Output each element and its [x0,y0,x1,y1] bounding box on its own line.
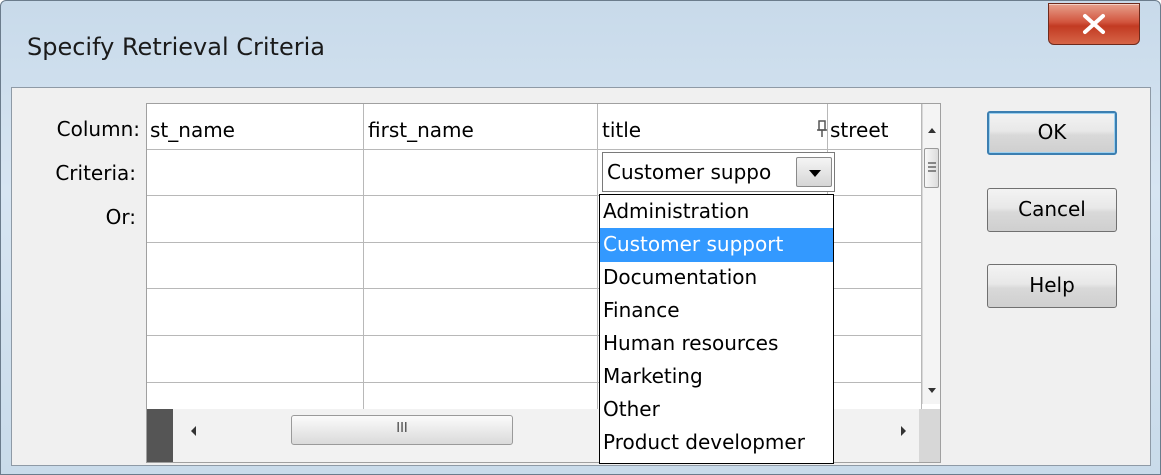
column-header-st-name[interactable]: st_name [150,118,235,142]
window-title: Specify Retrieval Criteria [27,33,325,61]
scroll-up-icon[interactable] [927,126,937,134]
row-indicator-corner [147,409,173,462]
criteria-cell-street[interactable] [828,150,920,194]
title-dropdown-list[interactable]: Administration Customer support Document… [599,194,834,464]
grip-icon [928,162,936,172]
help-button[interactable]: Help [987,264,1117,308]
cancel-button[interactable]: Cancel [987,188,1117,232]
criteria-cell-st-name[interactable] [148,150,362,194]
scroll-left-icon[interactable] [189,425,197,437]
ok-button[interactable]: OK [987,111,1117,155]
scroll-right-icon[interactable] [900,425,908,437]
vertical-scroll-thumb[interactable] [924,148,939,188]
scroll-down-icon[interactable] [927,387,937,395]
close-button[interactable] [1048,3,1140,45]
column-label: Column: [56,117,140,141]
column-header-title[interactable]: title [602,118,641,142]
dropdown-option-marketing[interactable]: Marketing [600,360,833,394]
close-icon [1083,14,1105,34]
dropdown-option-product-development[interactable]: Product developmer [600,426,833,460]
criteria-cell-first-name[interactable] [364,150,596,194]
column-header-first-name[interactable]: first_name [368,118,474,142]
horizontal-scroll-thumb[interactable]: III [291,415,513,445]
dropdown-option-human-resources[interactable]: Human resources [600,327,833,361]
vertical-scrollbar[interactable] [922,104,940,404]
or-label: Or: [105,205,136,229]
dropdown-option-customer-support[interactable]: Customer support [600,228,833,262]
dropdown-arrow-button[interactable] [796,157,832,187]
criteria-label: Criteria: [55,161,136,185]
title-criteria-value[interactable]: Customer suppo [607,160,797,184]
dropdown-option-finance[interactable]: Finance [600,294,833,328]
column-header-street[interactable]: street [830,118,889,142]
dropdown-option-other[interactable]: Other [600,393,833,427]
title-criteria-combobox[interactable]: Customer suppo [602,152,835,192]
dropdown-option-administration[interactable]: Administration [600,195,833,229]
dropdown-option-documentation[interactable]: Documentation [600,261,833,295]
